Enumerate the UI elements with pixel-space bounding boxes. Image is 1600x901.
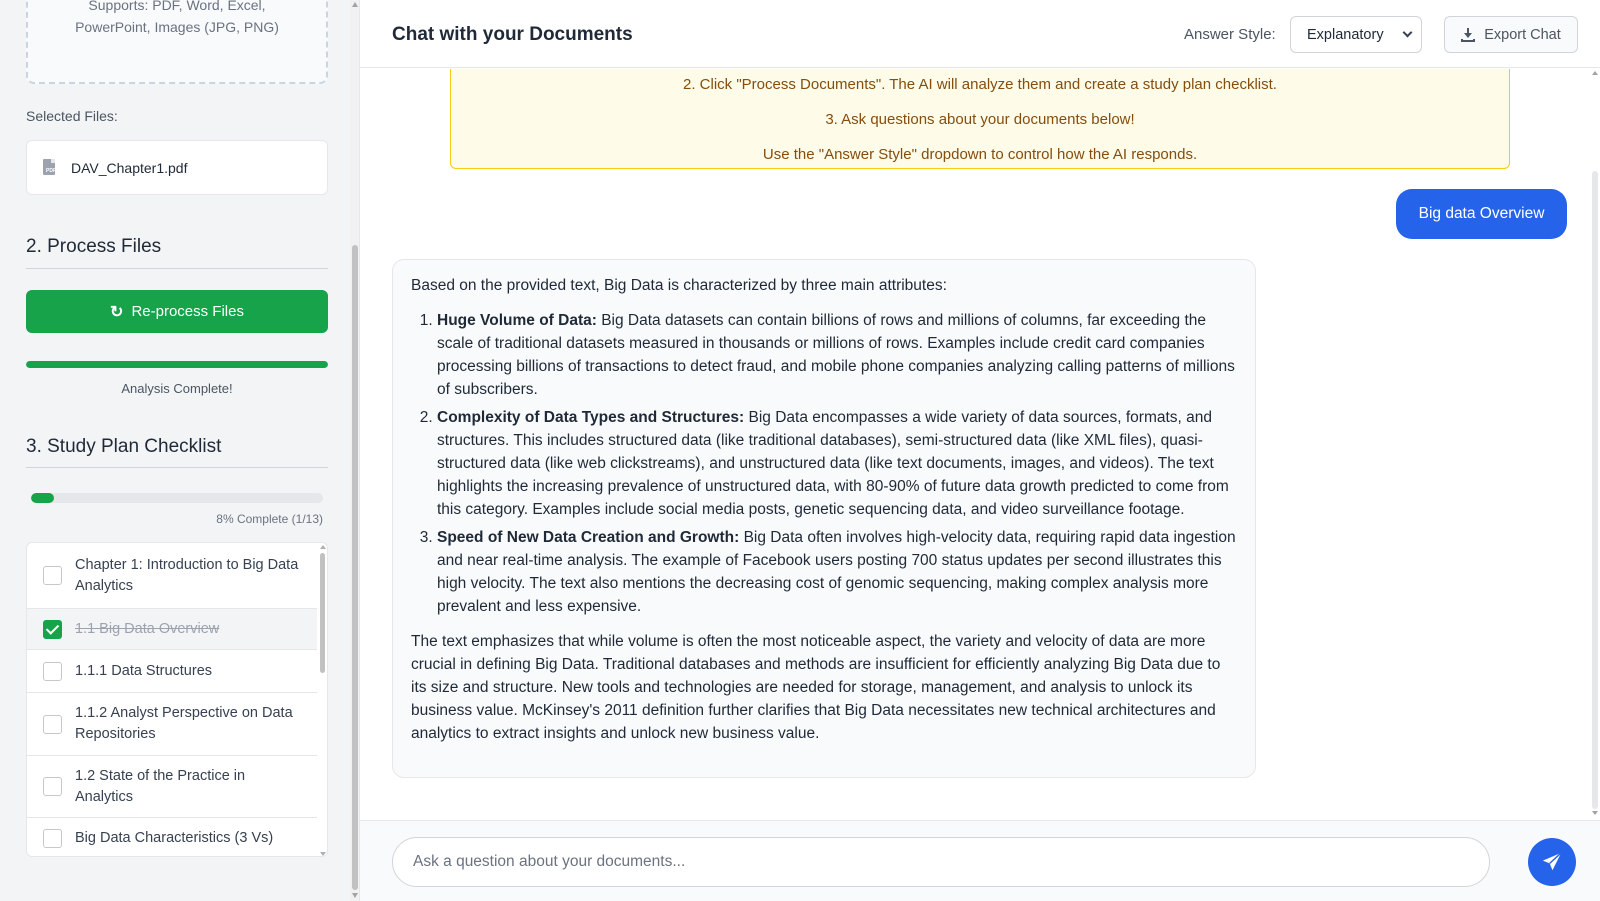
ai-response-conclusion: The text emphasizes that while volume is… [411,633,1221,742]
paper-plane-icon [1542,852,1562,871]
point-title: Huge Volume of Data: [437,312,597,329]
reprocess-files-button[interactable]: ↻ Re-process Files [26,290,328,333]
checklist-item-label: 1.1.1 Data Structures [75,662,213,679]
checklist-item-label: 1.1.2 Analyst Perspective on Data Reposi… [75,705,293,742]
chat-scrollbar[interactable] [1590,69,1600,819]
checklist-item-label: 1.2 State of the Practice in Analytics [75,767,246,805]
selected-files-label: Selected Files: [26,108,118,124]
download-icon [1461,27,1476,42]
checkbox[interactable] [43,661,62,681]
ai-response-point: Complexity of Data Types and Structures:… [437,406,1237,521]
instruction-line: Use the "Answer Style" dropdown to contr… [762,146,1198,163]
selected-file-item: PDF DAV_Chapter1.pdf [26,140,328,195]
answer-style-value: Explanatory [1307,26,1384,43]
page-title: Chat with your Documents [392,24,633,45]
study-plan-progress-text: 8% Complete (1/13) [216,512,323,526]
chat-header: Chat with your Documents Answer Style: E… [360,0,1600,68]
checklist-item[interactable]: 1.2 State of the Practice in Analytics [27,756,317,818]
study-plan-checklist: Chapter 1: Introduction to Big Data Anal… [26,542,328,857]
checklist-item[interactable]: Chapter 1: Introduction to Big Data Anal… [27,543,317,609]
ai-response-intro: Based on the provided text, Big Data is … [411,277,947,294]
checklist-scrollbar[interactable] [320,545,326,856]
study-plan-progress-fill [31,493,55,503]
sidebar-scrollbar[interactable] [350,0,360,901]
point-title: Complexity of Data Types and Structures: [437,409,745,426]
checklist-item-label: Big Data Characteristics (3 Vs) [75,829,274,846]
point-title: Speed of New Data Creation and Growth: [437,529,740,546]
send-button[interactable] [1528,838,1576,886]
divider [26,467,328,468]
file-name: DAV_Chapter1.pdf [71,159,188,176]
ai-response-list: Huge Volume of Data: Big Data datasets c… [411,309,1237,618]
answer-style-label: Answer Style: [1184,26,1276,43]
checkbox[interactable] [43,714,62,734]
sidebar: Supports: PDF, Word, Excel, PowerPoint, … [0,0,355,901]
instructions-notice: 2. Click "Process Documents". The AI wil… [450,69,1510,169]
instruction-line: 2. Click "Process Documents". The AI wil… [683,76,1277,93]
file-dropzone[interactable]: Supports: PDF, Word, Excel, PowerPoint, … [26,0,328,84]
export-chat-label: Export Chat [1484,26,1561,43]
user-message: Big data Overview [1396,189,1567,239]
export-chat-button[interactable]: Export Chat [1444,16,1578,53]
analysis-progress-fill [26,361,328,368]
checklist-item-label: Chapter 1: Introduction to Big Data Anal… [75,556,299,594]
pdf-file-icon: PDF [43,158,57,177]
chat-panel: Chat with your Documents Answer Style: E… [360,0,1600,901]
instruction-line: 3. Ask questions about your documents be… [825,111,1135,128]
checkbox[interactable] [43,566,62,585]
checkbox[interactable] [43,828,62,848]
refresh-icon: ↻ [110,303,124,321]
chat-messages: 2. Click "Process Documents". The AI wil… [360,69,1600,819]
checklist-item[interactable]: 1.1.2 Analyst Perspective on Data Reposi… [27,693,317,756]
study-plan-progress-bar [31,493,323,503]
study-plan-heading: 3. Study Plan Checklist [26,436,222,457]
checkbox[interactable] [43,777,62,796]
checklist-item[interactable]: 1.1.1 Data Structures [27,650,317,693]
analysis-progress-bar [26,361,328,368]
analysis-status: Analysis Complete! [121,381,233,396]
checklist-item[interactable]: Big Data Characteristics (3 Vs) [27,818,317,856]
chat-input-bar [360,820,1600,901]
chevron-down-icon [1402,27,1413,38]
checklist-item-label: 1.1 Big Data Overview [75,620,220,637]
answer-style-select[interactable]: Explanatory [1290,16,1422,53]
process-files-heading: 2. Process Files [26,236,162,257]
checkbox[interactable] [43,619,62,639]
chat-input[interactable] [392,837,1490,887]
supported-formats-hint: Supports: PDF, Word, Excel, PowerPoint, … [75,0,279,35]
ai-response-message: Based on the provided text, Big Data is … [392,259,1256,778]
ai-response-point: Speed of New Data Creation and Growth: B… [437,526,1237,618]
divider [26,268,328,269]
ai-response-point: Huge Volume of Data: Big Data datasets c… [437,309,1237,401]
reprocess-button-label: Re-process Files [131,303,244,320]
checklist-item[interactable]: 1.1 Big Data Overview [27,609,317,650]
